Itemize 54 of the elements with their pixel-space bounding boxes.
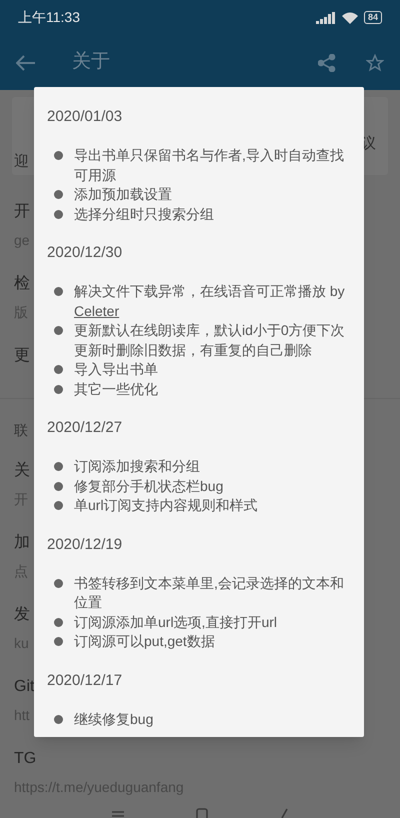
author-link[interactable]: Celeter	[74, 302, 120, 318]
bullet-icon	[54, 618, 63, 626]
change-text: 订阅源添加单url选项,直接打开url	[74, 612, 278, 632]
change-text: 书签转移到文本菜单里,会记录选择的文本和位置	[74, 574, 345, 612]
change-text: 解决文件下载异常，在线语音可正常播放 by Celeter	[74, 282, 346, 320]
bullet-icon	[54, 151, 63, 160]
change-text: 订阅添加搜索和分组	[74, 457, 201, 476]
changelog-date: 2020/12/30	[47, 243, 124, 263]
bullet-icon	[54, 210, 63, 218]
share-icon[interactable]	[318, 54, 336, 72]
bullet-icon	[54, 326, 63, 335]
item-title[interactable]: 发	[14, 603, 30, 627]
item-title[interactable]: 关	[14, 459, 30, 483]
change-text: 选择分组时只搜索分组	[74, 204, 215, 224]
bullet-icon	[54, 501, 63, 510]
item-title[interactable]: TG	[14, 747, 36, 771]
bullet-icon	[54, 462, 63, 471]
changelog-date: 2020/01/03	[47, 107, 124, 127]
changelog-date: 2020/12/17	[47, 670, 124, 690]
change-text: 单url订阅支持内容规则和样式	[74, 496, 259, 515]
change-text: 订阅源可以put,get数据	[74, 632, 216, 651]
change-text: 导出书单只保留书名与作者,导入时自动查找可用源	[74, 146, 345, 184]
item-title[interactable]: Git	[14, 675, 34, 699]
change-text: 修复部分手机状态栏bug	[74, 476, 224, 496]
bullet-icon	[54, 365, 63, 374]
change-text: 继续修复bug	[74, 710, 154, 729]
star-icon[interactable]	[366, 54, 384, 72]
section-header: 联	[14, 422, 28, 438]
status-time: 上午11:33	[18, 8, 80, 27]
change-text: 其它一些优化	[74, 380, 159, 398]
signal-icon	[316, 12, 336, 24]
bullet-icon	[54, 714, 63, 724]
card-text: 迎	[14, 152, 29, 172]
wifi-icon	[342, 12, 358, 24]
item-title[interactable]: 开	[14, 200, 30, 224]
change-text: 更新默认在线朗读库，默认id小于0方便下次更新时删除旧数据，有重复的自己删除	[74, 321, 346, 360]
bullet-icon	[54, 384, 63, 394]
changelog-date: 2020/12/27	[47, 418, 124, 438]
home-icon[interactable]	[195, 808, 209, 818]
changelog-date: 2020/12/19	[47, 534, 124, 554]
change-text: 添加预加载设置	[74, 185, 173, 204]
bullet-icon	[54, 287, 63, 296]
bullet-icon	[54, 482, 63, 490]
battery-level: 84	[364, 11, 382, 24]
change-text: 导入导出书单	[74, 360, 159, 379]
back-arrow-icon[interactable]	[16, 54, 36, 70]
item-title[interactable]: 检	[14, 272, 30, 296]
bullet-icon	[54, 637, 63, 646]
bullet-icon	[54, 578, 63, 588]
screen-title: 关于	[72, 50, 110, 74]
menu-icon[interactable]	[111, 810, 125, 818]
item-title[interactable]: 更	[14, 344, 30, 368]
bullet-icon	[54, 190, 63, 199]
item-title[interactable]: 加	[14, 531, 30, 555]
